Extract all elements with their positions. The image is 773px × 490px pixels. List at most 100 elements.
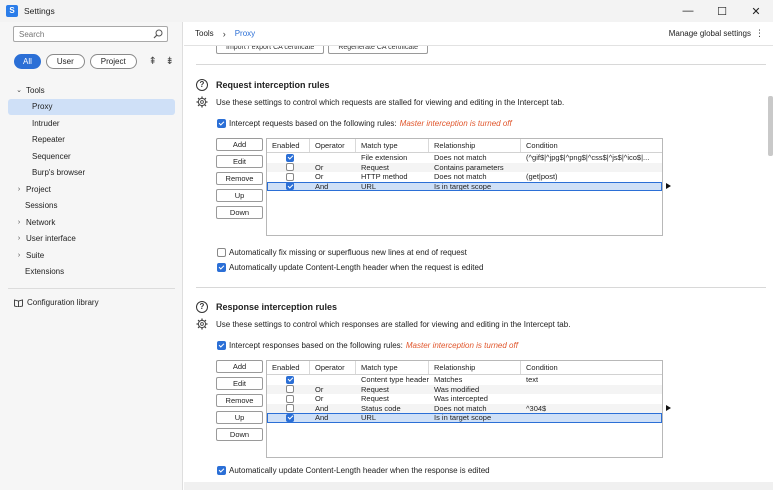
move-down-response-rule-button[interactable]: Down <box>216 428 263 441</box>
table-row[interactable]: Or Request Contains parameters <box>267 162 662 172</box>
breadcrumb-tools[interactable]: Tools <box>195 29 214 38</box>
nav-item-repeater[interactable]: Repeater <box>0 132 183 149</box>
nav-item-burps-browser[interactable]: Burp's browser <box>0 165 183 182</box>
response-rules-description-row: Use these settings to control which resp… <box>196 318 570 330</box>
filter-project-button[interactable]: Project <box>89 54 137 69</box>
table-row[interactable]: And Status code Does not match ^304$ <box>267 403 662 413</box>
nav-item-tools[interactable]: ⌄ Tools <box>0 82 183 99</box>
main-panel: Tools › Proxy Manage global settings ⋮ I… <box>184 22 773 490</box>
update-request-length-checkbox[interactable] <box>217 263 226 272</box>
horizontal-scrollbar[interactable] <box>184 482 773 490</box>
help-icon[interactable]: ? <box>196 79 208 91</box>
edit-response-rule-button[interactable]: Edit <box>216 377 263 390</box>
add-request-rule-button[interactable]: Add <box>216 138 263 151</box>
nav-item-intruder[interactable]: Intruder <box>0 115 183 132</box>
column-relationship[interactable]: Relationship <box>429 361 521 374</box>
nav-item-sequencer[interactable]: Sequencer <box>0 148 183 165</box>
response-rules-header: ? Response interception rules <box>196 301 337 313</box>
rule-enabled-checkbox[interactable] <box>286 413 294 422</box>
rule-enabled-checkbox[interactable] <box>286 163 294 172</box>
rule-enabled-checkbox[interactable] <box>286 182 294 191</box>
rule-enabled-checkbox[interactable] <box>286 153 294 162</box>
column-match-type[interactable]: Match type <box>356 361 429 374</box>
request-rules-title: Request interception rules <box>216 80 330 90</box>
nav-item-suite[interactable]: › Suite <box>0 247 183 264</box>
rule-enabled-checkbox[interactable] <box>286 394 294 403</box>
sidebar-divider <box>8 288 175 289</box>
table-row[interactable]: Or Request Was modified <box>267 384 662 394</box>
table-row-selected[interactable]: And URL Is in target scope <box>267 413 662 423</box>
rule-enabled-checkbox[interactable] <box>286 385 294 394</box>
column-condition[interactable]: Condition <box>521 361 662 374</box>
section-divider <box>196 64 766 65</box>
manage-global-settings-link[interactable]: Manage global settings <box>669 29 751 38</box>
nav-item-user-interface[interactable]: › User interface <box>0 231 183 248</box>
search-input[interactable] <box>14 27 149 41</box>
request-rules-description: Use these settings to control which requ… <box>216 97 565 107</box>
minimize-button[interactable]: — <box>671 0 705 22</box>
column-relationship[interactable]: Relationship <box>429 139 521 152</box>
column-operator[interactable]: Operator <box>310 361 356 374</box>
import-export-ca-button[interactable]: Import / export CA certificate <box>216 46 325 54</box>
search-icon[interactable] <box>153 29 163 39</box>
expand-all-icon[interactable]: ⇞ <box>147 56 159 67</box>
settings-nav: ⌄ Tools Proxy Intruder Repeater Sequencer… <box>0 82 183 280</box>
table-row[interactable]: Or HTTP method Does not match (get|post) <box>267 172 662 182</box>
rule-enabled-checkbox[interactable] <box>286 375 294 384</box>
master-interception-warning: Master interception is turned off <box>405 341 518 350</box>
regenerate-ca-button[interactable]: Regenerate CA certificate <box>328 46 429 54</box>
column-enabled[interactable]: Enabled <box>267 361 310 374</box>
edit-request-rule-button[interactable]: Edit <box>216 155 263 168</box>
chevron-right-icon: › <box>17 251 21 259</box>
nav-item-sessions[interactable]: Sessions <box>0 198 183 215</box>
column-enabled[interactable]: Enabled <box>267 139 310 152</box>
breadcrumb: Tools › Proxy Manage global settings ⋮ <box>184 22 773 46</box>
remove-response-rule-button[interactable]: Remove <box>216 394 263 407</box>
chevron-right-icon: › <box>17 218 21 226</box>
move-up-request-rule-button[interactable]: Up <box>216 189 263 202</box>
nav-item-project[interactable]: › Project <box>0 181 183 198</box>
window-title: Settings <box>24 6 55 16</box>
maximize-button[interactable]: ☐ <box>705 0 739 22</box>
chevron-right-icon: › <box>17 235 21 243</box>
collapse-all-icon[interactable]: ⇟ <box>164 56 176 67</box>
vertical-scrollbar[interactable] <box>768 96 773 156</box>
update-response-length-option[interactable]: Automatically update Content-Length head… <box>217 466 490 475</box>
intercept-responses-checkbox[interactable] <box>217 341 226 350</box>
move-up-response-rule-button[interactable]: Up <box>216 411 263 424</box>
filter-user-button[interactable]: User <box>45 54 85 69</box>
add-response-rule-button[interactable]: Add <box>216 360 263 373</box>
table-row[interactable]: File extension Does not match (^gif$|^jp… <box>267 153 662 163</box>
intercept-requests-checkbox[interactable] <box>217 119 226 128</box>
nav-item-network[interactable]: › Network <box>0 214 183 231</box>
intercept-responses-option[interactable]: Intercept responses based on the followi… <box>217 341 518 350</box>
more-options-icon[interactable]: ⋮ <box>755 28 764 39</box>
column-condition[interactable]: Condition <box>521 139 662 152</box>
nav-item-extensions[interactable]: Extensions <box>0 264 183 281</box>
column-operator[interactable]: Operator <box>310 139 356 152</box>
table-row-selected[interactable]: And URL Is in target scope <box>267 181 662 191</box>
table-row[interactable]: Content type header Matches text <box>267 375 662 385</box>
intercept-requests-option[interactable]: Intercept requests based on the followin… <box>217 119 512 128</box>
move-down-request-rule-button[interactable]: Down <box>216 206 263 219</box>
fix-newlines-checkbox[interactable] <box>217 248 226 257</box>
sidebar: All User Project ⇞ ⇟ ⌄Tools Proxy Intrud… <box>0 22 183 490</box>
column-match-type[interactable]: Match type <box>356 139 429 152</box>
help-icon[interactable]: ? <box>196 301 208 313</box>
app-logo-icon: S <box>6 5 18 17</box>
gear-icon[interactable] <box>196 96 208 108</box>
gear-icon[interactable] <box>196 318 208 330</box>
configuration-library-link[interactable]: Configuration library <box>14 298 99 307</box>
rule-enabled-checkbox[interactable] <box>286 172 294 181</box>
close-button[interactable]: ✕ <box>739 0 773 22</box>
update-request-length-option[interactable]: Automatically update Content-Length head… <box>217 263 483 272</box>
nav-item-proxy[interactable]: Proxy <box>8 98 175 115</box>
remove-request-rule-button[interactable]: Remove <box>216 172 263 185</box>
request-rules-description-row: Use these settings to control which requ… <box>196 96 564 108</box>
filter-all-button[interactable]: All <box>14 54 41 69</box>
update-response-length-checkbox[interactable] <box>217 466 226 475</box>
fix-newlines-option[interactable]: Automatically fix missing or superfluous… <box>217 248 467 257</box>
rule-enabled-checkbox[interactable] <box>286 404 294 413</box>
search-field[interactable] <box>13 26 168 42</box>
table-row[interactable]: Or Request Was intercepted <box>267 394 662 404</box>
